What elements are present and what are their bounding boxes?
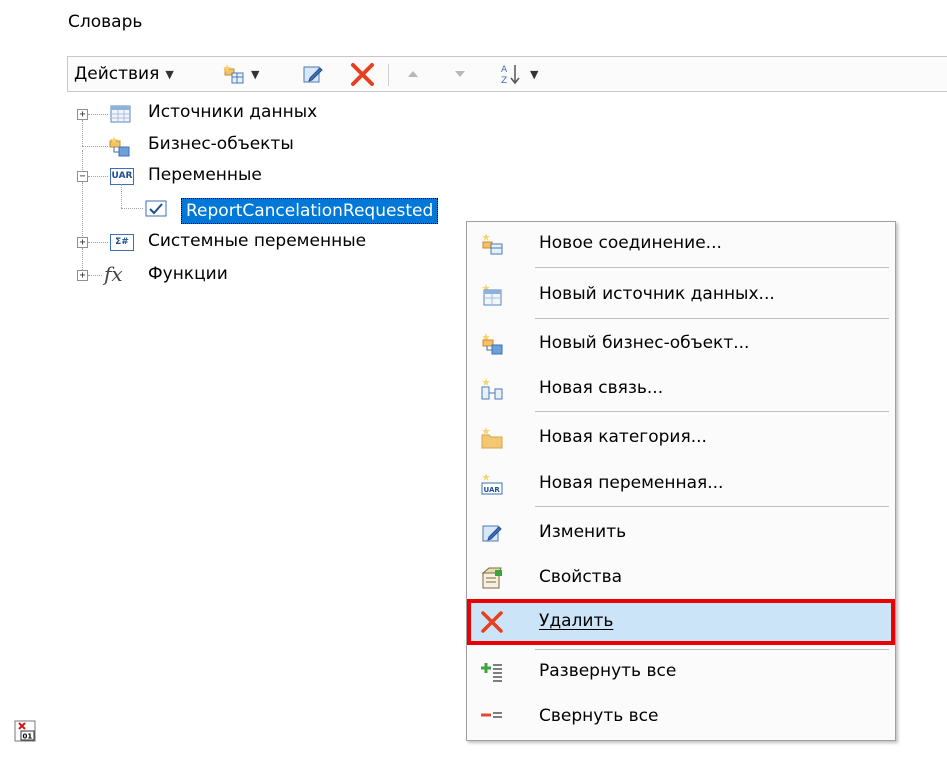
menu-item-label: Изменить — [539, 522, 627, 542]
sort-dropdown-button[interactable]: A Z ▼ — [500, 57, 538, 91]
chevron-down-icon: ▼ — [251, 67, 260, 81]
variable-icon-text: UAR — [484, 486, 501, 494]
new-category-icon — [481, 427, 503, 449]
tree-item-system-variables[interactable]: Системные переменные — [148, 231, 366, 251]
tree-item-functions[interactable]: Функции — [148, 264, 228, 284]
new-item-dropdown-button[interactable]: ▼ — [223, 57, 259, 91]
collapse-all-icon — [481, 712, 502, 718]
panel-title: Словарь — [68, 12, 143, 32]
expand-icon[interactable]: + — [77, 109, 88, 120]
edit-icon — [303, 66, 323, 83]
business-object-icon — [109, 136, 130, 157]
new-connection-icon — [482, 233, 503, 255]
menu-item-label: Новая категория... — [539, 427, 707, 447]
menu-item-label: Развернуть все — [539, 661, 677, 681]
tree-line — [88, 176, 108, 177]
function-icon: fx — [104, 262, 123, 286]
tree-line — [88, 114, 108, 115]
menu-item-label: Свернуть все — [539, 706, 659, 726]
menu-item-new-relation[interactable]: Новая связь... — [467, 367, 895, 411]
menu-item-label: Новое соединение... — [539, 233, 722, 253]
tree-line — [88, 242, 108, 243]
tree-line — [121, 184, 122, 208]
expand-icon[interactable]: + — [77, 270, 88, 281]
edit-icon — [482, 525, 502, 542]
menu-item-new-data-source[interactable]: Новый источник данных... — [467, 273, 895, 317]
data-source-icon — [110, 105, 131, 123]
toolbar-separator — [388, 64, 389, 86]
menu-item-label: Новый источник данных... — [539, 284, 775, 304]
delete-icon — [351, 63, 374, 86]
move-down-button[interactable] — [453, 57, 467, 91]
delete-icon — [481, 611, 503, 633]
system-variable-icon: Σ# — [110, 234, 134, 251]
checkbox-variable-icon — [145, 200, 167, 217]
toolbar: Действия ▼ ▼ A Z ▼ — [67, 56, 947, 92]
chevron-down-icon: ▼ — [165, 67, 174, 81]
tree-line — [88, 275, 102, 276]
actions-label: Действия — [74, 64, 160, 84]
collapse-icon[interactable]: − — [77, 171, 88, 182]
tree-line — [82, 120, 83, 146]
new-relation-icon — [481, 378, 503, 400]
menu-separator — [535, 506, 889, 507]
menu-item-label: Удалить — [539, 611, 614, 631]
menu-item-new-category[interactable]: Новая категория... — [467, 416, 895, 460]
tree-line — [82, 146, 108, 147]
new-item-icon — [223, 64, 244, 84]
edit-button[interactable] — [302, 57, 324, 91]
tree-line — [82, 248, 83, 270]
broken-image-icon: 01 — [14, 720, 36, 742]
svg-text:Z: Z — [501, 76, 507, 86]
menu-item-expand-all[interactable]: Развернуть все — [467, 650, 895, 694]
properties-icon — [481, 567, 502, 589]
tree-item-variables[interactable]: Переменные — [148, 165, 262, 185]
menu-item-new-connection[interactable]: Новое соединение... — [467, 222, 895, 266]
bottom-icon-text: 01 — [23, 733, 33, 741]
menu-item-label: Свойства — [539, 567, 623, 587]
menu-item-label: Новая переменная... — [539, 473, 724, 493]
menu-item-collapse-all[interactable]: Свернуть все — [467, 695, 895, 739]
variable-icon: UAR — [110, 168, 134, 185]
expand-all-icon — [481, 663, 502, 682]
menu-separator — [535, 267, 889, 268]
svg-text:A: A — [501, 65, 508, 75]
menu-item-label: Новый бизнес-объект... — [539, 333, 750, 353]
menu-item-edit[interactable]: Изменить — [467, 511, 895, 555]
menu-item-new-business-object[interactable]: Новый бизнес-объект... — [467, 322, 895, 366]
menu-item-new-variable[interactable]: UAR Новая переменная... — [467, 462, 895, 506]
menu-separator — [535, 318, 889, 319]
context-menu: Новое соединение... Новый источник данны… — [466, 221, 896, 741]
menu-item-properties[interactable]: Свойства — [467, 556, 895, 600]
move-up-button[interactable] — [406, 57, 420, 91]
menu-item-label: Новая связь... — [539, 378, 664, 398]
delete-button[interactable] — [350, 57, 376, 91]
tree-item-business-objects[interactable]: Бизнес-объекты — [148, 134, 294, 154]
tree-line — [82, 150, 83, 172]
tree-line — [82, 182, 83, 238]
actions-menu-button[interactable]: Действия ▼ — [74, 57, 174, 91]
expand-icon[interactable]: + — [77, 237, 88, 248]
sort-icon: A Z — [501, 65, 520, 86]
new-variable-icon: UAR — [481, 473, 503, 495]
menu-separator — [535, 411, 889, 412]
menu-item-delete[interactable]: Удалить — [467, 599, 895, 645]
tree-line — [121, 208, 143, 209]
tree-item-data-sources[interactable]: Источники данных — [148, 102, 317, 122]
move-up-icon — [408, 71, 418, 77]
new-data-source-icon — [482, 284, 502, 306]
chevron-down-icon: ▼ — [530, 67, 539, 81]
move-down-icon — [455, 71, 465, 77]
new-business-object-icon — [482, 333, 503, 355]
tree-item-selected-variable[interactable]: ReportCancelationRequested — [181, 198, 439, 224]
